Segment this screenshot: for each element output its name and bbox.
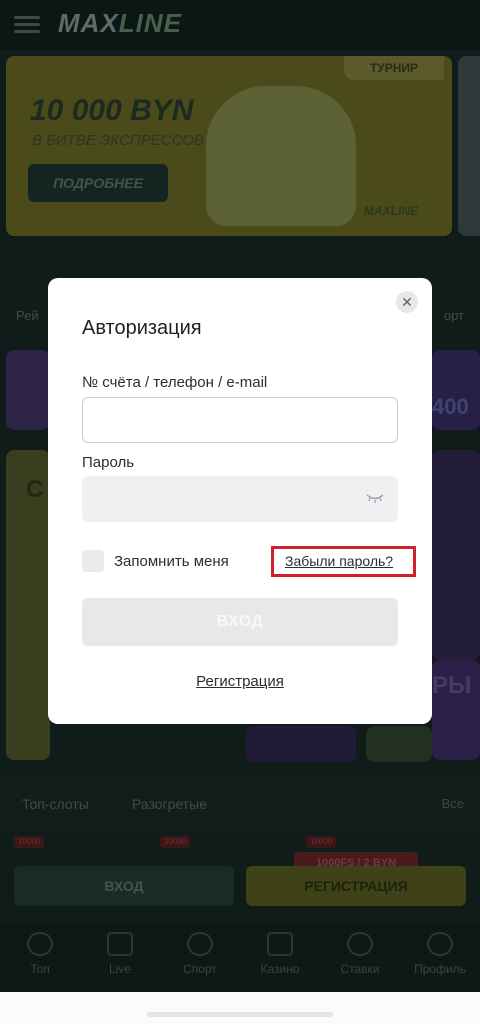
eye-closed-icon[interactable]: [366, 493, 384, 503]
tab-hot[interactable]: Разогретые: [132, 796, 207, 812]
menu-icon[interactable]: [14, 16, 40, 34]
slots-tabs: Топ-слоты Разогретые Все: [0, 780, 480, 828]
register-link[interactable]: Регистрация: [48, 673, 432, 690]
game-tile[interactable]: 400: [432, 350, 480, 430]
login-button-bg[interactable]: ВХОД: [14, 866, 234, 906]
top-bar: MAXLINE: [0, 0, 480, 50]
nav-sport[interactable]: Спорт: [160, 932, 240, 976]
banner-details-button[interactable]: ПОДРОБНЕЕ: [28, 164, 168, 202]
register-button-bg[interactable]: РЕГИСТРАЦИЯ: [246, 866, 466, 906]
banner-amount: 10 000 BYN: [30, 94, 194, 127]
next-banner[interactable]: [458, 56, 480, 236]
password-input[interactable]: [82, 476, 352, 522]
nav-live[interactable]: Live: [80, 932, 160, 976]
login-input[interactable]: [82, 397, 398, 443]
chip-strip: 10000 10000 10000: [0, 836, 480, 850]
home-indicator[interactable]: [147, 1012, 333, 1017]
banner-illustration: [206, 86, 356, 226]
jackpot-chip: 10000: [14, 836, 45, 848]
category-right[interactable]: орт: [444, 308, 464, 323]
modal-title: Авторизация: [82, 317, 202, 339]
bottom-nav: Топ Live Спорт Казино Ставки Профиль: [0, 922, 480, 992]
tab-top-slots[interactable]: Топ-слоты: [22, 796, 89, 812]
banner-badge: ТУРНИР: [344, 56, 444, 80]
auth-modal: ✕ Авторизация № счёта / телефон / e-mail…: [48, 278, 432, 724]
forgot-password-link[interactable]: Забыли пароль?: [285, 553, 393, 569]
ball-icon: [187, 932, 213, 956]
nav-profile[interactable]: Профиль: [400, 932, 480, 976]
remember-label[interactable]: Запомнить меня: [114, 553, 229, 570]
game-tile[interactable]: РЫ: [432, 660, 480, 760]
nav-casino[interactable]: Казино: [240, 932, 320, 976]
live-icon: [107, 932, 133, 956]
category-left[interactable]: Рей: [16, 308, 39, 323]
nav-bets[interactable]: Ставки: [320, 932, 400, 976]
tab-all[interactable]: Все: [442, 796, 464, 811]
login-submit-button[interactable]: ВХОД: [82, 598, 398, 646]
login-label: № счёта / телефон / e-mail: [82, 374, 268, 391]
game-tile[interactable]: [6, 350, 50, 430]
banner-subtitle: В БИТВЕ ЭКСПРЕССОВ: [32, 132, 204, 149]
game-tile[interactable]: [432, 450, 480, 660]
game-tile[interactable]: [366, 726, 432, 762]
flame-icon: [27, 932, 53, 956]
nav-top[interactable]: Топ: [0, 932, 80, 976]
close-icon[interactable]: ✕: [396, 291, 418, 313]
remember-checkbox[interactable]: [82, 550, 104, 572]
password-field[interactable]: [82, 476, 398, 522]
clock-icon: [347, 932, 373, 956]
game-tile[interactable]: С: [6, 450, 50, 760]
user-icon: [427, 932, 453, 956]
casino-icon: [267, 932, 293, 956]
system-nav-bar: [0, 992, 480, 1024]
promo-banner[interactable]: ТУРНИР 10 000 BYN В БИТВЕ ЭКСПРЕССОВ ПОД…: [6, 56, 452, 236]
jackpot-chip: 10000: [160, 836, 191, 848]
logo: MAXLINE: [58, 8, 183, 38]
game-tile[interactable]: [246, 726, 356, 762]
banner-brand: MAXLINE: [364, 204, 418, 218]
password-label: Пароль: [82, 454, 135, 471]
jackpot-chip: 10000: [306, 836, 337, 848]
